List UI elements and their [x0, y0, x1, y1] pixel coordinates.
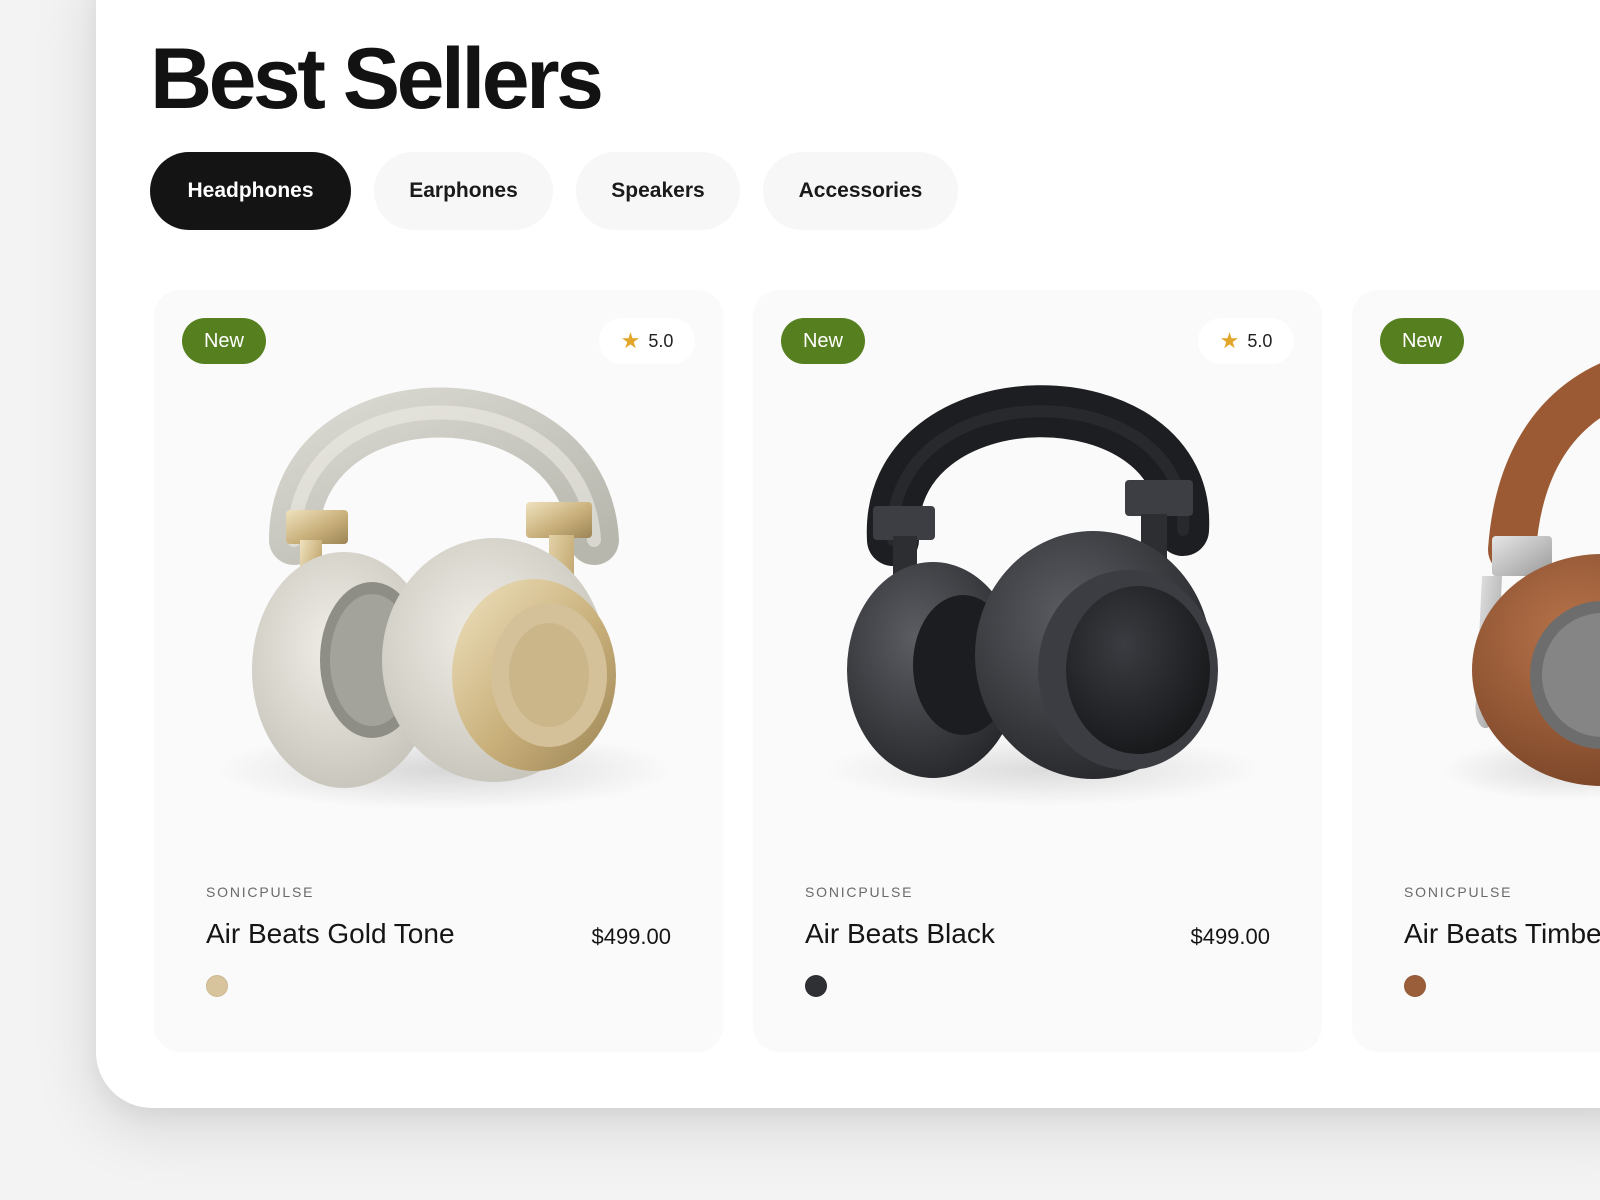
product-name[interactable]: Air Beats Timbe	[1404, 918, 1600, 950]
headphones-black-icon	[823, 385, 1263, 806]
star-icon: ★	[620, 328, 641, 353]
rating-value: 5.0	[648, 330, 674, 351]
product-card-black[interactable]: New ★ 5.0 SONICPULSE Air Beats Black $49…	[753, 290, 1322, 1052]
headphones-brown-icon	[1442, 363, 1600, 800]
new-badge: New	[182, 318, 266, 364]
color-swatch[interactable]	[206, 975, 228, 997]
product-name[interactable]: Air Beats Black	[805, 918, 995, 950]
tab-earphones[interactable]: Earphones	[374, 152, 553, 230]
tab-speakers[interactable]: Speakers	[576, 152, 740, 230]
rating-value: 5.0	[1247, 330, 1273, 351]
rating-badge: ★ 5.0	[599, 318, 695, 364]
page-title: Best Sellers	[150, 31, 604, 127]
tab-headphones[interactable]: Headphones	[150, 152, 351, 230]
tab-accessories[interactable]: Accessories	[763, 152, 958, 230]
color-swatch[interactable]	[1404, 975, 1426, 997]
product-card-gold[interactable]: New ★ 5.0 SONICPULSE Air Beats Gold Tone…	[154, 290, 723, 1052]
product-brand: SONICPULSE	[1404, 884, 1513, 900]
category-tabs: Headphones Earphones Speakers Accessorie…	[150, 152, 958, 230]
star-icon: ★	[1219, 328, 1240, 353]
product-name[interactable]: Air Beats Gold Tone	[206, 918, 455, 950]
color-swatch[interactable]	[805, 975, 827, 997]
rating-badge: ★ 5.0	[1198, 318, 1294, 364]
product-card-brown[interactable]: New SONICPULSE Air Beats Timbe	[1352, 290, 1600, 1052]
new-badge: New	[781, 318, 865, 364]
product-price: $499.00	[1190, 924, 1270, 949]
best-sellers-panel: Best Sellers Headphones Earphones Speake…	[96, 0, 1600, 1108]
product-brand: SONICPULSE	[206, 884, 315, 900]
new-badge: New	[1380, 318, 1464, 364]
product-price: $499.00	[591, 924, 671, 949]
headphones-gold-icon	[214, 387, 674, 810]
product-brand: SONICPULSE	[805, 884, 914, 900]
